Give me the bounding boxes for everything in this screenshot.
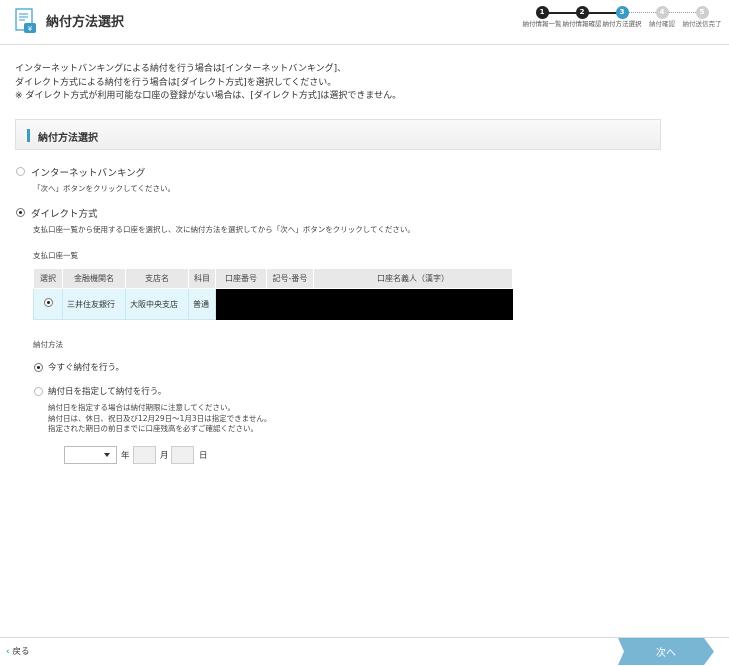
step-label: 納付確認 xyxy=(649,20,675,28)
year-select[interactable] xyxy=(64,446,117,464)
payment-method-title: 納付方法 xyxy=(33,340,63,349)
section-header: 納付方法選択 xyxy=(15,119,661,150)
step-number: 2 xyxy=(575,6,589,19)
next-label: 次へ xyxy=(656,648,676,659)
step-number: 5 xyxy=(695,6,709,19)
scheduled-notes: 納付日を指定する場合は納付期限に注意してください。 納付日は、休日、祝日及び12… xyxy=(48,403,271,435)
column-header: 記号-番号 xyxy=(266,268,314,289)
chevron-down-icon xyxy=(104,453,110,457)
direct-method-radio[interactable] xyxy=(16,208,25,217)
table-header-row: 選択 金融機関名 支店名 科目 口座番号 記号-番号 口座名義人（漢字） xyxy=(33,268,513,289)
pay-now-label[interactable]: 今すぐ納付を行う。 xyxy=(48,361,124,373)
svg-text:¥: ¥ xyxy=(28,25,33,33)
intro-text: インターネットバンキングによる納付を行う場合は[インターネットバンキング]、 ダ… xyxy=(15,63,401,104)
direct-method-label[interactable]: ダイレクト方式 xyxy=(31,206,98,220)
branch-name-cell: 大阪中央支店 xyxy=(125,288,189,320)
select-cell[interactable] xyxy=(33,288,63,320)
internet-banking-label[interactable]: インターネットバンキング xyxy=(31,165,145,179)
account-select-radio[interactable] xyxy=(43,298,53,307)
section-accent-bar xyxy=(27,129,30,142)
back-label: 戻る xyxy=(12,647,30,657)
column-header: 口座番号 xyxy=(215,268,267,289)
note-line: 指定された期日の前日までに口座残高を必ずご確認ください。 xyxy=(48,424,258,433)
day-unit: 日 xyxy=(199,451,208,461)
day-input[interactable] xyxy=(171,446,194,464)
column-header: 選択 xyxy=(33,268,63,289)
document-form-icon: ¥ xyxy=(15,8,36,33)
chevron-left-icon: ‹ xyxy=(6,647,10,657)
intro-line: ダイレクト方式による納付を行う場合は[ダイレクト方式]を選択してください。 xyxy=(15,77,337,88)
step-label: 納付送信完了 xyxy=(682,20,722,28)
pay-scheduled-label[interactable]: 納付日を指定して納付を行う。 xyxy=(48,385,166,397)
step-3: 3 納付方法選択 xyxy=(602,6,642,29)
step-4: 4 納付確認 xyxy=(642,6,682,29)
page-title: 納付方法選択 xyxy=(46,15,125,30)
next-button[interactable]: 次へ xyxy=(618,638,718,665)
page-header: ¥ 納付方法選択 1 納付情報一覧 2 納付情報確認 3 納付方法選択 4 納付… xyxy=(0,0,729,45)
redacted-symbol-number xyxy=(266,288,314,320)
account-list-title: 支払口座一覧 xyxy=(33,251,78,260)
step-label: 納付情報確認 xyxy=(562,20,602,28)
year-unit: 年 xyxy=(121,451,130,461)
back-button[interactable]: ‹ 戻る xyxy=(6,645,30,657)
progress-steps: 1 納付情報一覧 2 納付情報確認 3 納付方法選択 4 納付確認 5 納付送信… xyxy=(522,6,729,44)
step-5: 5 納付送信完了 xyxy=(682,6,722,29)
direct-method-note: 支払口座一覧から使用する口座を選択し、次に納付方法を選択してから「次へ」ボタンを… xyxy=(33,225,415,234)
account-table: 選択 金融機関名 支店名 科目 口座番号 記号-番号 口座名義人（漢字） 三井住… xyxy=(33,268,513,320)
account-type-cell: 普通 xyxy=(188,288,216,320)
step-label: 納付情報一覧 xyxy=(522,20,562,28)
step-number: 3 xyxy=(615,6,629,19)
month-unit: 月 xyxy=(160,451,169,461)
column-header: 支店名 xyxy=(125,268,189,289)
step-number: 4 xyxy=(655,6,669,19)
month-input[interactable] xyxy=(133,446,156,464)
intro-line: インターネットバンキングによる納付を行う場合は[インターネットバンキング]、 xyxy=(15,64,347,74)
column-header: 科目 xyxy=(188,268,216,289)
step-label: 納付方法選択 xyxy=(602,20,642,28)
pay-scheduled-radio[interactable] xyxy=(34,387,43,396)
note-line: 納付日を指定する場合は納付期限に注意してください。 xyxy=(48,403,236,412)
note-line: 納付日は、休日、祝日及び12月29日〜1月3日は指定できません。 xyxy=(48,413,272,423)
bank-name-cell: 三井住友銀行 xyxy=(62,288,126,320)
step-2: 2 納付情報確認 xyxy=(562,6,602,29)
step-number: 1 xyxy=(535,6,549,19)
internet-banking-note: 「次へ」ボタンをクリックしてください。 xyxy=(33,184,176,193)
table-row[interactable]: 三井住友銀行 大阪中央支店 普通 xyxy=(33,288,513,320)
column-header: 金融機関名 xyxy=(62,268,126,289)
redacted-account-number xyxy=(215,288,267,320)
step-1: 1 納付情報一覧 xyxy=(522,6,562,29)
redacted-account-holder xyxy=(313,288,513,320)
internet-banking-radio[interactable] xyxy=(16,167,25,176)
intro-line: ※ ダイレクト方式が利用可能な口座の登録がない場合は、[ダイレクト方式]は選択で… xyxy=(15,91,402,101)
column-header: 口座名義人（漢字） xyxy=(313,268,513,289)
page-footer: ‹ 戻る 次へ xyxy=(0,637,729,666)
pay-now-radio[interactable] xyxy=(34,363,43,372)
section-title: 納付方法選択 xyxy=(38,133,98,144)
